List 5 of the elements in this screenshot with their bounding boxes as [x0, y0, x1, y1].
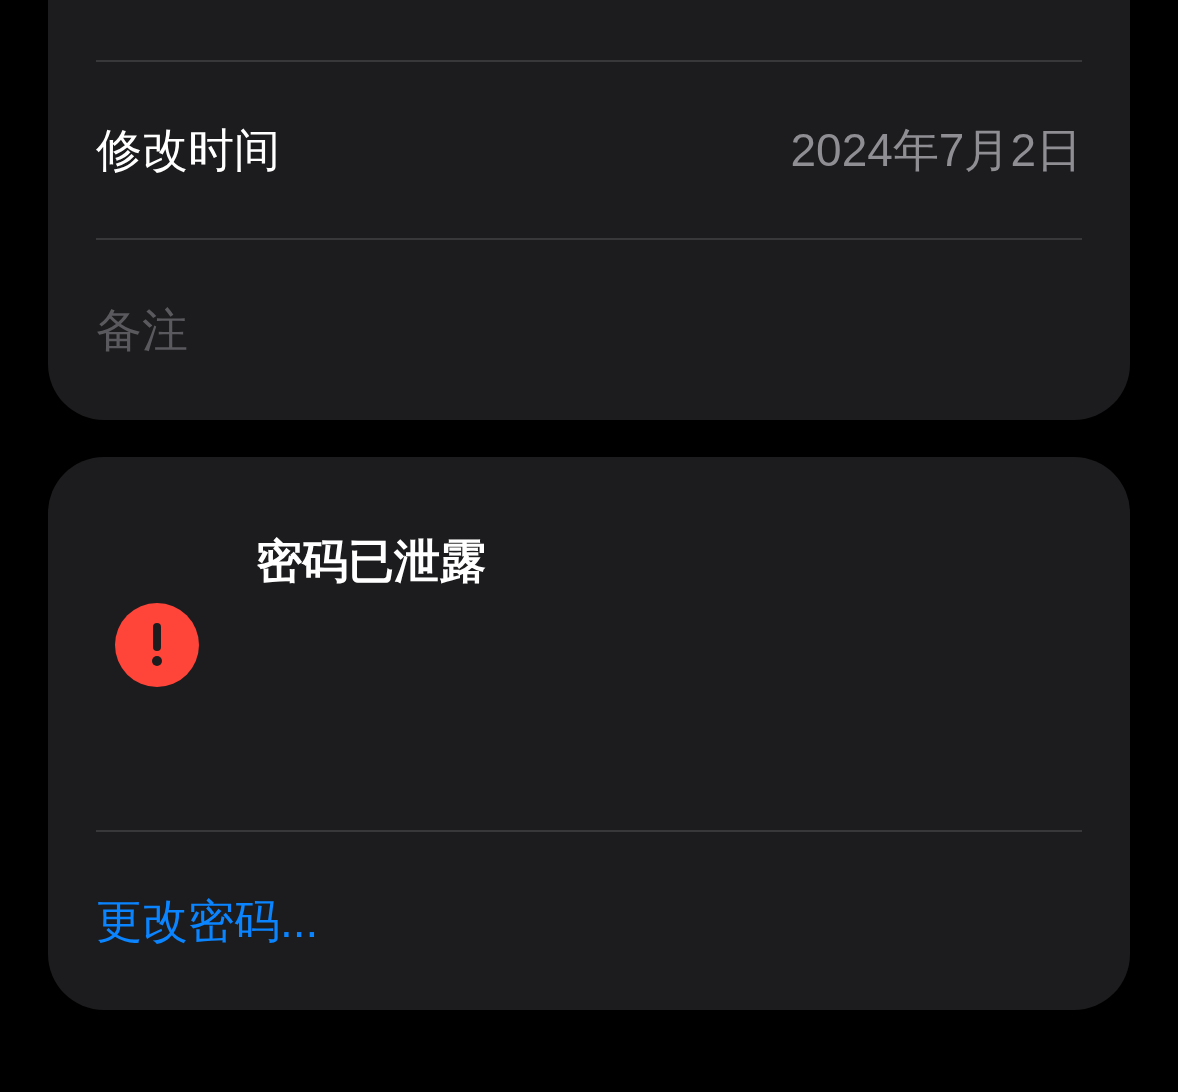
- notes-field[interactable]: 备注: [96, 295, 1082, 365]
- row-label: 修改时间: [96, 122, 280, 178]
- row-value: 2024年7月2日: [790, 122, 1082, 178]
- change-password-link[interactable]: 更改密码...: [96, 886, 319, 956]
- warning-title: 密码已泄露: [256, 534, 486, 589]
